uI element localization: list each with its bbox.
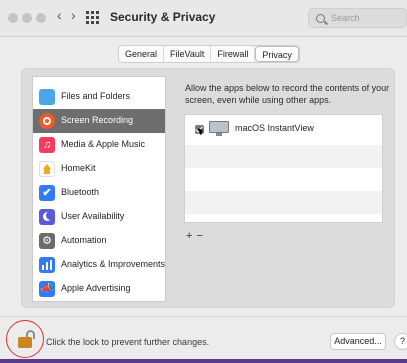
search-input[interactable]: Search — [308, 8, 407, 28]
search-icon — [316, 14, 325, 23]
monitor-icon — [208, 121, 230, 137]
sidebar-item-label: HomeKit — [61, 163, 96, 173]
screen-recording-description: Allow the apps below to record the conte… — [185, 83, 390, 105]
sidebar-item-apple-advertising[interactable]: 📣 Apple Advertising — [33, 277, 165, 301]
advanced-button[interactable]: Advanced... — [330, 333, 386, 350]
sidebar-item-user-availability[interactable]: User Availability — [33, 205, 165, 229]
app-permission-list[interactable]: macOS InstantView — [184, 114, 383, 223]
tab-general[interactable]: General — [119, 46, 165, 62]
desktop-edge — [0, 359, 407, 363]
help-button[interactable]: ? — [394, 333, 407, 350]
sidebar-item-files-and-folders[interactable]: Files and Folders — [33, 85, 165, 109]
screen-recording-icon — [39, 113, 55, 129]
add-app-button[interactable]: + — [186, 230, 196, 242]
sidebar-item-label: User Availability — [61, 211, 125, 221]
sidebar-item-homekit[interactable]: HomeKit — [33, 157, 165, 181]
music-icon: ♫ — [39, 137, 55, 153]
privacy-category-list[interactable]: Files and Folders Screen Recording ♫ Med… — [32, 76, 166, 302]
sidebar-item-label: Files and Folders — [61, 91, 131, 101]
sidebar-item-label: Screen Recording — [61, 115, 134, 125]
window-title: Security & Privacy — [110, 10, 216, 24]
footer-divider — [0, 316, 407, 317]
zoom-window-button[interactable] — [36, 13, 46, 23]
tab-firewall[interactable]: Firewall — [211, 46, 256, 62]
app-name: macOS InstantView — [235, 123, 314, 133]
window-toolbar: ‹ › Security & Privacy Search — [0, 0, 407, 37]
tab-privacy[interactable]: Privacy — [255, 46, 299, 62]
list-item[interactable]: macOS InstantView — [185, 115, 382, 138]
sidebar-item-analytics[interactable]: Analytics & Improvements — [33, 253, 165, 277]
sidebar-item-automation[interactable]: ⚙ Automation — [33, 229, 165, 253]
partial-icon — [39, 76, 55, 77]
close-window-button[interactable] — [8, 13, 18, 23]
megaphone-icon: 📣 — [39, 281, 55, 297]
list-item-empty — [185, 145, 382, 168]
tab-filevault[interactable]: FileVault — [164, 46, 212, 62]
sidebar-item-label: Bluetooth — [61, 187, 100, 197]
search-placeholder: Search — [331, 13, 360, 23]
lock-icon[interactable] — [18, 330, 35, 348]
sidebar-item-label: Automation — [61, 235, 107, 245]
lock-highlight-circle — [6, 320, 44, 358]
folder-icon — [39, 89, 55, 105]
sidebar-item-media-apple-music[interactable]: ♫ Media & Apple Music — [33, 133, 165, 157]
bluetooth-icon: ✔ — [39, 185, 55, 201]
moon-icon — [39, 209, 55, 225]
sidebar-item-label: Apple Advertising — [61, 283, 131, 293]
sidebar-item-bluetooth[interactable]: ✔ Bluetooth — [33, 181, 165, 205]
sidebar-item-label: Media & Apple Music — [61, 139, 146, 149]
gear-icon: ⚙ — [39, 233, 55, 249]
show-all-grid-icon[interactable] — [86, 10, 100, 24]
sidebar-item-label: Analytics & Improvements — [61, 259, 166, 269]
sidebar-item-screen-recording[interactable]: Screen Recording — [33, 109, 165, 133]
home-icon — [39, 161, 55, 177]
lock-status-text: Click the lock to prevent further change… — [46, 337, 210, 347]
back-icon[interactable]: ‹ — [57, 7, 62, 23]
list-item-empty — [185, 191, 382, 214]
analytics-icon — [39, 257, 55, 273]
minimize-window-button[interactable] — [22, 13, 32, 23]
tab-bar: General FileVault Firewall Privacy — [118, 45, 300, 63]
remove-app-button[interactable]: − — [196, 230, 206, 242]
forward-icon[interactable]: › — [71, 7, 76, 23]
add-remove-controls: +− — [186, 230, 207, 242]
